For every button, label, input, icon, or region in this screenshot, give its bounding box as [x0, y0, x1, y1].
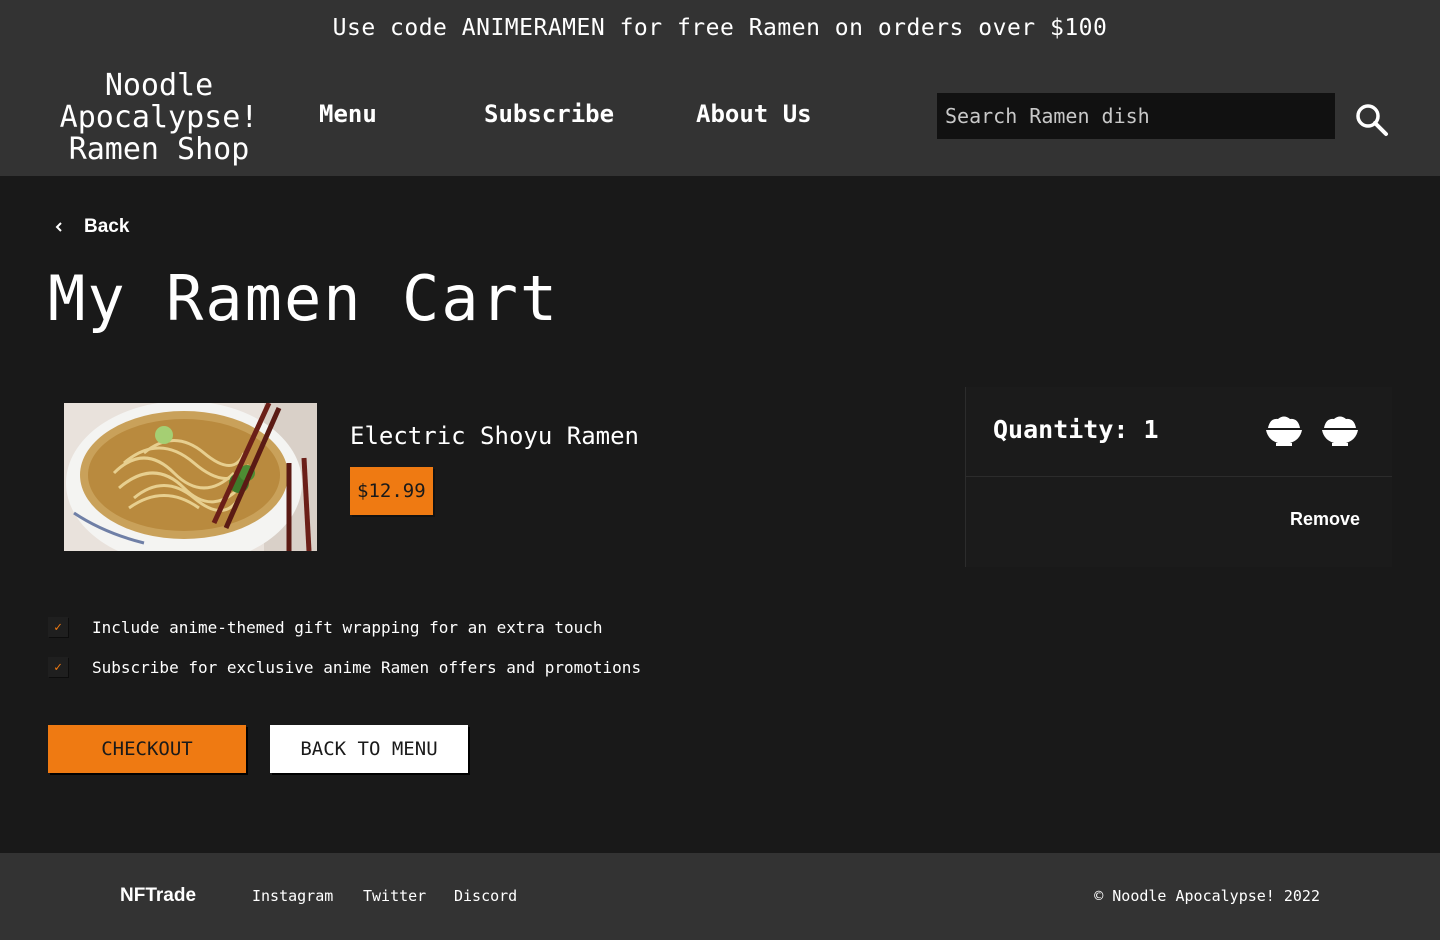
nav-about-us[interactable]: About Us — [696, 100, 812, 128]
quantity-panel: Quantity: 1 Remove — [965, 387, 1392, 567]
gift-wrap-checkbox[interactable]: ✓ — [48, 617, 68, 637]
brand-line: Noodle — [104, 68, 214, 103]
chevron-left-icon — [55, 222, 62, 232]
quantity-row: Quantity: 1 — [966, 387, 1392, 477]
copyright-text: © Noodle Apocalypse! 2022 — [1094, 887, 1320, 905]
nav-subscribe[interactable]: Subscribe — [484, 100, 614, 128]
site-footer: NFTrade Instagram Twitter Discord © Nood… — [0, 853, 1440, 940]
back-label: Back — [84, 216, 130, 237]
footer-brand[interactable]: NFTrade — [120, 885, 196, 907]
promo-text: Use code ANIMERAMEN for free Ramen on or… — [332, 15, 1108, 41]
site-header: Noodle Apocalypse! Ramen Shop Menu Subsc… — [0, 56, 1440, 176]
brand-line: Ramen Shop — [68, 132, 250, 167]
quantity-label: Quantity: 1 — [993, 415, 1159, 444]
search-input[interactable] — [937, 93, 1335, 139]
brand-line: Apocalypse! — [59, 100, 259, 135]
back-to-menu-button[interactable]: BACK TO MENU — [270, 725, 468, 773]
back-link[interactable]: Back — [52, 216, 129, 238]
remove-button[interactable]: Remove — [1290, 509, 1360, 530]
subscribe-offers-option[interactable]: ✓ Subscribe for exclusive anime Ramen of… — [48, 657, 641, 677]
subscribe-offers-checkbox[interactable]: ✓ — [48, 657, 68, 677]
gift-wrap-option[interactable]: ✓ Include anime-themed gift wrapping for… — [48, 617, 603, 637]
nav-menu[interactable]: Menu — [319, 100, 377, 128]
increase-quantity-bowl-icon[interactable] — [1320, 414, 1360, 448]
gift-wrap-label: Include anime-themed gift wrapping for a… — [92, 617, 603, 637]
decrease-quantity-bowl-icon[interactable] — [1264, 414, 1304, 448]
footer-link-instagram[interactable]: Instagram — [252, 887, 333, 905]
price-badge: $12.99 — [350, 467, 433, 515]
promo-banner: Use code ANIMERAMEN for free Ramen on or… — [0, 0, 1440, 56]
subscribe-offers-label: Subscribe for exclusive anime Ramen offe… — [92, 657, 642, 677]
search-icon[interactable] — [1352, 100, 1392, 140]
footer-link-twitter[interactable]: Twitter — [363, 887, 426, 905]
ramen-bowl-image — [64, 403, 317, 551]
footer-link-discord[interactable]: Discord — [454, 887, 517, 905]
page-title: My Ramen Cart — [48, 262, 560, 335]
item-name[interactable]: Electric Shoyu Ramen — [350, 422, 639, 450]
brand-logo[interactable]: Noodle Apocalypse! Ramen Shop — [50, 70, 268, 166]
checkout-button[interactable]: CHECKOUT — [48, 725, 246, 773]
